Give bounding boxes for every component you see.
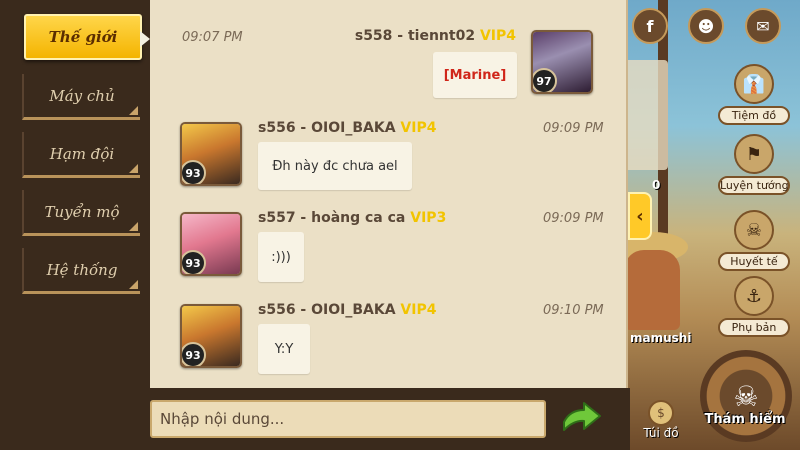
collapse-chat-button[interactable]: ‹: [628, 192, 652, 240]
level-badge: 93: [182, 250, 206, 274]
chat-message-list[interactable]: 09:07 PM s558 - tiennt02 VIP4 [Marine] 9…: [150, 0, 628, 388]
ship-wheel-icon[interactable]: ☠: [700, 350, 792, 442]
message-time: 09:10 PM: [543, 303, 604, 318]
tab-system[interactable]: Hệ thống: [22, 248, 140, 294]
skull-icon: ☠: [734, 210, 774, 250]
chat-message-input[interactable]: [150, 400, 546, 438]
vip-badge: VIP3: [410, 210, 447, 226]
sender-name: s556 - OIOI_BAKA: [258, 302, 396, 318]
avatar[interactable]: 93: [180, 304, 242, 368]
sender-name: s556 - OIOI_BAKA: [258, 120, 396, 136]
message-bubble: Y:Y: [258, 324, 310, 374]
tab-world[interactable]: Thế giới: [24, 14, 150, 60]
message-sender[interactable]: s557 - hoàng ca ca VIP3: [258, 210, 446, 226]
partial-number-label: 0: [652, 178, 661, 192]
instance-button[interactable]: ⚓ Phụ bản: [718, 276, 790, 337]
level-badge: 97: [533, 68, 557, 92]
tab-world-label: Thế giới: [48, 28, 118, 46]
vip-badge: VIP4: [400, 302, 437, 318]
chat-sidebar: Thế giới Máy chủ Hạm đội Tuyển mộ Hệ thố…: [0, 0, 150, 390]
blood-sacrifice-button[interactable]: ☠ Huyết tế: [718, 210, 790, 271]
message-bubble: :))): [258, 232, 304, 282]
partial-name-label: mamushi: [630, 331, 692, 345]
bag-label: Túi đồ: [643, 426, 679, 440]
bag-button[interactable]: $ Túi đồ: [636, 400, 686, 444]
pirate-flag-icon: ⚑: [734, 134, 774, 174]
tab-corner-icon: [129, 280, 138, 289]
tab-fleet[interactable]: Hạm đội: [22, 132, 140, 178]
message-time: 09:09 PM: [543, 211, 604, 226]
coin-icon: $: [648, 400, 674, 426]
shop-label: Tiệm đồ: [718, 106, 790, 125]
facebook-icon[interactable]: f: [632, 8, 668, 44]
chevron-left-icon: ‹: [636, 205, 644, 227]
avatar[interactable]: 93: [180, 122, 242, 186]
blood-sacrifice-label: Huyết tế: [718, 252, 790, 271]
message-sender[interactable]: s556 - OIOI_BAKA VIP4: [258, 302, 436, 318]
tab-corner-icon: [129, 164, 138, 173]
tab-server[interactable]: Máy chủ: [22, 74, 140, 120]
sender-name: s557 - hoàng ca ca: [258, 210, 406, 226]
vip-badge: VIP4: [400, 120, 437, 136]
tab-server-label: Máy chủ: [49, 86, 115, 105]
message-bubble: Đh này đc chưa ael: [258, 142, 412, 190]
send-button[interactable]: [560, 400, 604, 436]
mail-icon[interactable]: ✉: [745, 8, 781, 44]
sender-name: s558 - tiennt02: [354, 28, 476, 44]
message-sender[interactable]: s556 - OIOI_BAKA VIP4: [258, 120, 436, 136]
pirate-character: [624, 250, 680, 330]
friends-icon[interactable]: ☻: [688, 8, 724, 44]
message-time: 09:09 PM: [543, 121, 604, 136]
instance-label: Phụ bản: [718, 318, 790, 337]
shirt-icon: 👔: [734, 64, 774, 104]
shop-button[interactable]: 👔 Tiệm đồ: [718, 64, 790, 125]
tab-corner-icon: [129, 106, 138, 115]
tab-recruit[interactable]: Tuyển mộ: [22, 190, 140, 236]
tab-fleet-label: Hạm đội: [49, 144, 115, 163]
send-arrow-icon: [563, 402, 601, 431]
explore-label: Thám hiểm: [704, 412, 786, 427]
level-badge: 93: [182, 342, 206, 366]
tab-system-label: Hệ thống: [46, 260, 118, 279]
tab-corner-icon: [129, 222, 138, 231]
active-tab-pointer: [140, 31, 150, 47]
anchor-icon: ⚓: [734, 276, 774, 316]
avatar[interactable]: 97: [531, 30, 593, 94]
message-time: 09:07 PM: [182, 30, 243, 45]
training-button[interactable]: ⚑ Luyện tướng: [718, 134, 790, 195]
training-label: Luyện tướng: [718, 176, 790, 195]
message-bubble: [Marine]: [433, 52, 517, 98]
tab-recruit-label: Tuyển mộ: [44, 202, 120, 221]
avatar[interactable]: 93: [180, 212, 242, 276]
vip-badge: VIP4: [479, 28, 516, 44]
level-badge: 93: [182, 160, 206, 184]
message-sender[interactable]: s558 - tiennt02 VIP4: [355, 28, 516, 44]
